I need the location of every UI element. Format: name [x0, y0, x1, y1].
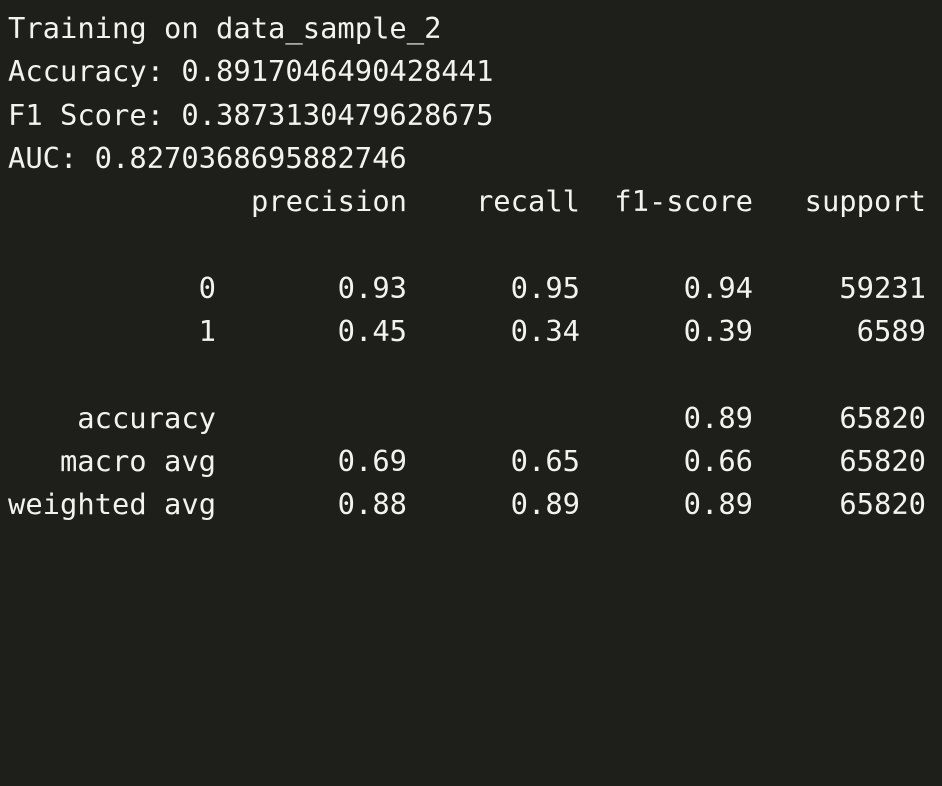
support-value: 65820	[839, 400, 926, 435]
row-label: 0	[198, 270, 216, 305]
terminal-output: Training on data_sample_2 Accuracy: 0.89…	[8, 7, 938, 527]
recall-value: 0.65	[510, 443, 580, 478]
report-header-row: precision recall f1-score support	[8, 180, 938, 223]
row-label: weighted avg	[8, 487, 217, 522]
report-row-class-1: 1 0.45 0.34 0.39 6589	[8, 310, 938, 353]
header-precision: precision	[250, 184, 407, 219]
header-f1-score: f1-score	[614, 184, 753, 219]
precision-value: 0.45	[337, 314, 407, 349]
header-recall: recall	[475, 184, 580, 219]
row-label: 1	[198, 314, 216, 349]
training-status-line: Training on data_sample_2	[8, 11, 442, 45]
precision-value: 0.88	[337, 487, 407, 522]
report-row-weighted-avg: weighted avg 0.88 0.89 0.89 65820	[8, 483, 938, 526]
auc-line: AUC: 0.8270368695882746	[8, 140, 407, 175]
row-label: accuracy	[77, 400, 216, 435]
report-row-accuracy: accuracy 0.89 65820	[8, 397, 938, 440]
f1-score-line: F1 Score: 0.3873130479628675	[8, 97, 494, 132]
f1-score-value: 0.66	[683, 443, 753, 478]
row-label: macro avg	[59, 443, 216, 478]
recall-value: 0.34	[510, 314, 580, 349]
support-value: 59231	[839, 270, 926, 305]
report-row-macro-avg: macro avg 0.69 0.65 0.66 65820	[8, 440, 938, 483]
precision-value: 0.93	[337, 270, 407, 305]
report-row-class-0: 0 0.93 0.95 0.94 59231	[8, 267, 938, 310]
recall-value: 0.95	[510, 270, 580, 305]
header-support: support	[804, 184, 926, 219]
precision-value: 0.69	[337, 443, 407, 478]
f1-score-value: 0.89	[683, 400, 753, 435]
support-value: 65820	[839, 487, 926, 522]
support-value: 6589	[856, 314, 926, 349]
recall-value: 0.89	[510, 487, 580, 522]
support-value: 65820	[839, 443, 926, 478]
f1-score-value: 0.89	[683, 487, 753, 522]
accuracy-line: Accuracy: 0.8917046490428441	[8, 54, 494, 89]
f1-score-value: 0.94	[683, 270, 753, 305]
f1-score-value: 0.39	[683, 314, 753, 349]
